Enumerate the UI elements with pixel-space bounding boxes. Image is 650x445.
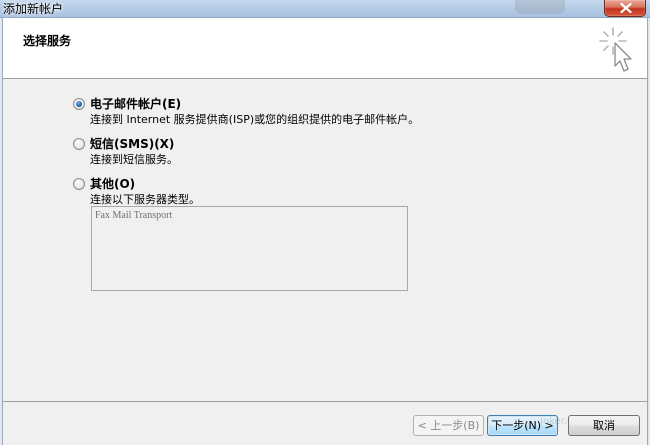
radio-email-account[interactable] xyxy=(73,98,85,110)
wizard-cursor-icon xyxy=(599,27,632,72)
add-account-dialog: 选择服务 电子邮件帐户(E) 连接到 Internet 服务提供商(ISP)或您… xyxy=(2,18,648,445)
close-button[interactable] xyxy=(604,0,646,17)
close-icon xyxy=(620,3,632,13)
page-title: 选择服务 xyxy=(23,34,72,48)
titlebar-blur-region xyxy=(515,0,565,14)
dialog-content: 电子邮件帐户(E) 连接到 Internet 服务提供商(ISP)或您的组织提供… xyxy=(3,80,647,401)
option-sms-description: 连接到短信服务。 xyxy=(90,153,178,166)
option-sms-label: 短信(SMS)(X) xyxy=(90,137,175,151)
option-other-label: 其他(O) xyxy=(90,177,136,191)
option-email-label: 电子邮件帐户(E) xyxy=(90,97,182,111)
dialog-footer: < 上一步(B) 下一步(N) > Joker.com 取消 xyxy=(3,401,647,445)
radio-sms[interactable] xyxy=(73,138,85,150)
window-titlebar[interactable]: 添加新帐户 xyxy=(0,0,650,18)
dialog-header: 选择服务 xyxy=(3,18,647,79)
cancel-button[interactable]: 取消 xyxy=(568,415,640,436)
radio-other[interactable] xyxy=(73,178,85,190)
option-other-description: 连接以下服务器类型。 xyxy=(90,193,200,206)
list-item[interactable]: Fax Mail Transport xyxy=(95,210,172,221)
server-type-listbox[interactable]: Fax Mail Transport xyxy=(91,206,408,291)
window-title: 添加新帐户 xyxy=(3,2,64,16)
back-button[interactable]: < 上一步(B) xyxy=(413,415,484,436)
option-email-description: 连接到 Internet 服务提供商(ISP)或您的组织提供的电子邮件帐户。 xyxy=(90,113,420,126)
